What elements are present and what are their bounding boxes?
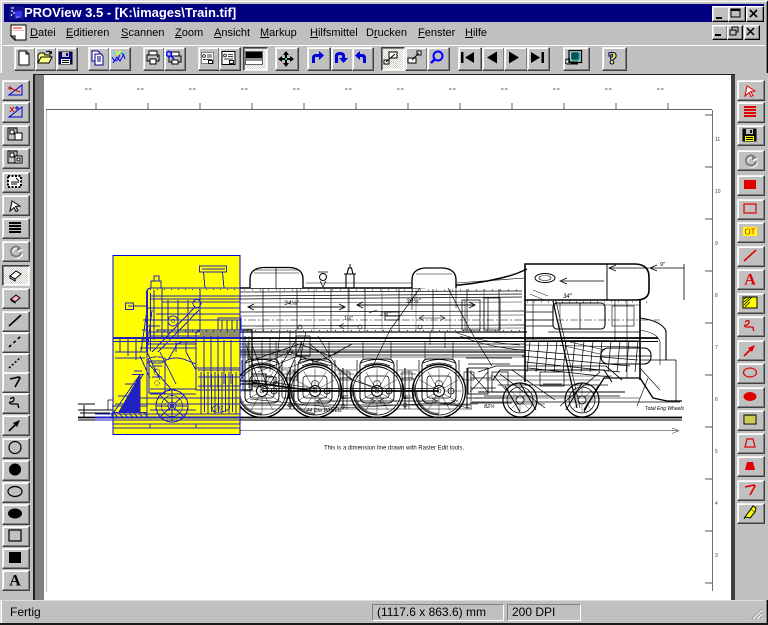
svg-text:10: 10 xyxy=(715,189,721,195)
svg-text:44 Dia Wheels: 44 Dia Wheels xyxy=(306,408,342,414)
svg-text:3: 3 xyxy=(715,553,718,559)
svg-text:9: 9 xyxy=(715,241,718,247)
svg-text:A: A xyxy=(744,272,756,288)
svg-text:34": 34" xyxy=(563,294,573,300)
svg-text:5: 5 xyxy=(715,449,718,455)
svg-text:This is a dimension line drawn: This is a dimension line drawn with Rast… xyxy=(324,446,464,452)
svg-text:9": 9" xyxy=(660,262,666,268)
svg-text:107: 107 xyxy=(213,407,224,413)
svg-text:8: 8 xyxy=(715,293,718,299)
svg-text:4: 4 xyxy=(715,501,718,507)
svg-text:82½: 82½ xyxy=(484,403,495,410)
svg-text:36": 36" xyxy=(340,395,349,401)
svg-text:36": 36" xyxy=(402,395,411,401)
svg-text:1¼": 1¼" xyxy=(344,316,353,322)
svg-text:6: 6 xyxy=(715,397,718,403)
svg-text:7: 7 xyxy=(715,345,718,351)
svg-text:34⅛": 34⅛" xyxy=(284,300,300,307)
svg-text:?: ? xyxy=(609,51,617,68)
svg-text:30¼": 30¼" xyxy=(406,298,422,305)
svg-text:Total Eng Wheels: Total Eng Wheels xyxy=(645,406,685,412)
svg-text:OT: OT xyxy=(744,228,755,237)
svg-text:25": 25" xyxy=(449,400,458,406)
svg-text:A: A xyxy=(9,573,21,589)
svg-text:11: 11 xyxy=(715,137,720,143)
